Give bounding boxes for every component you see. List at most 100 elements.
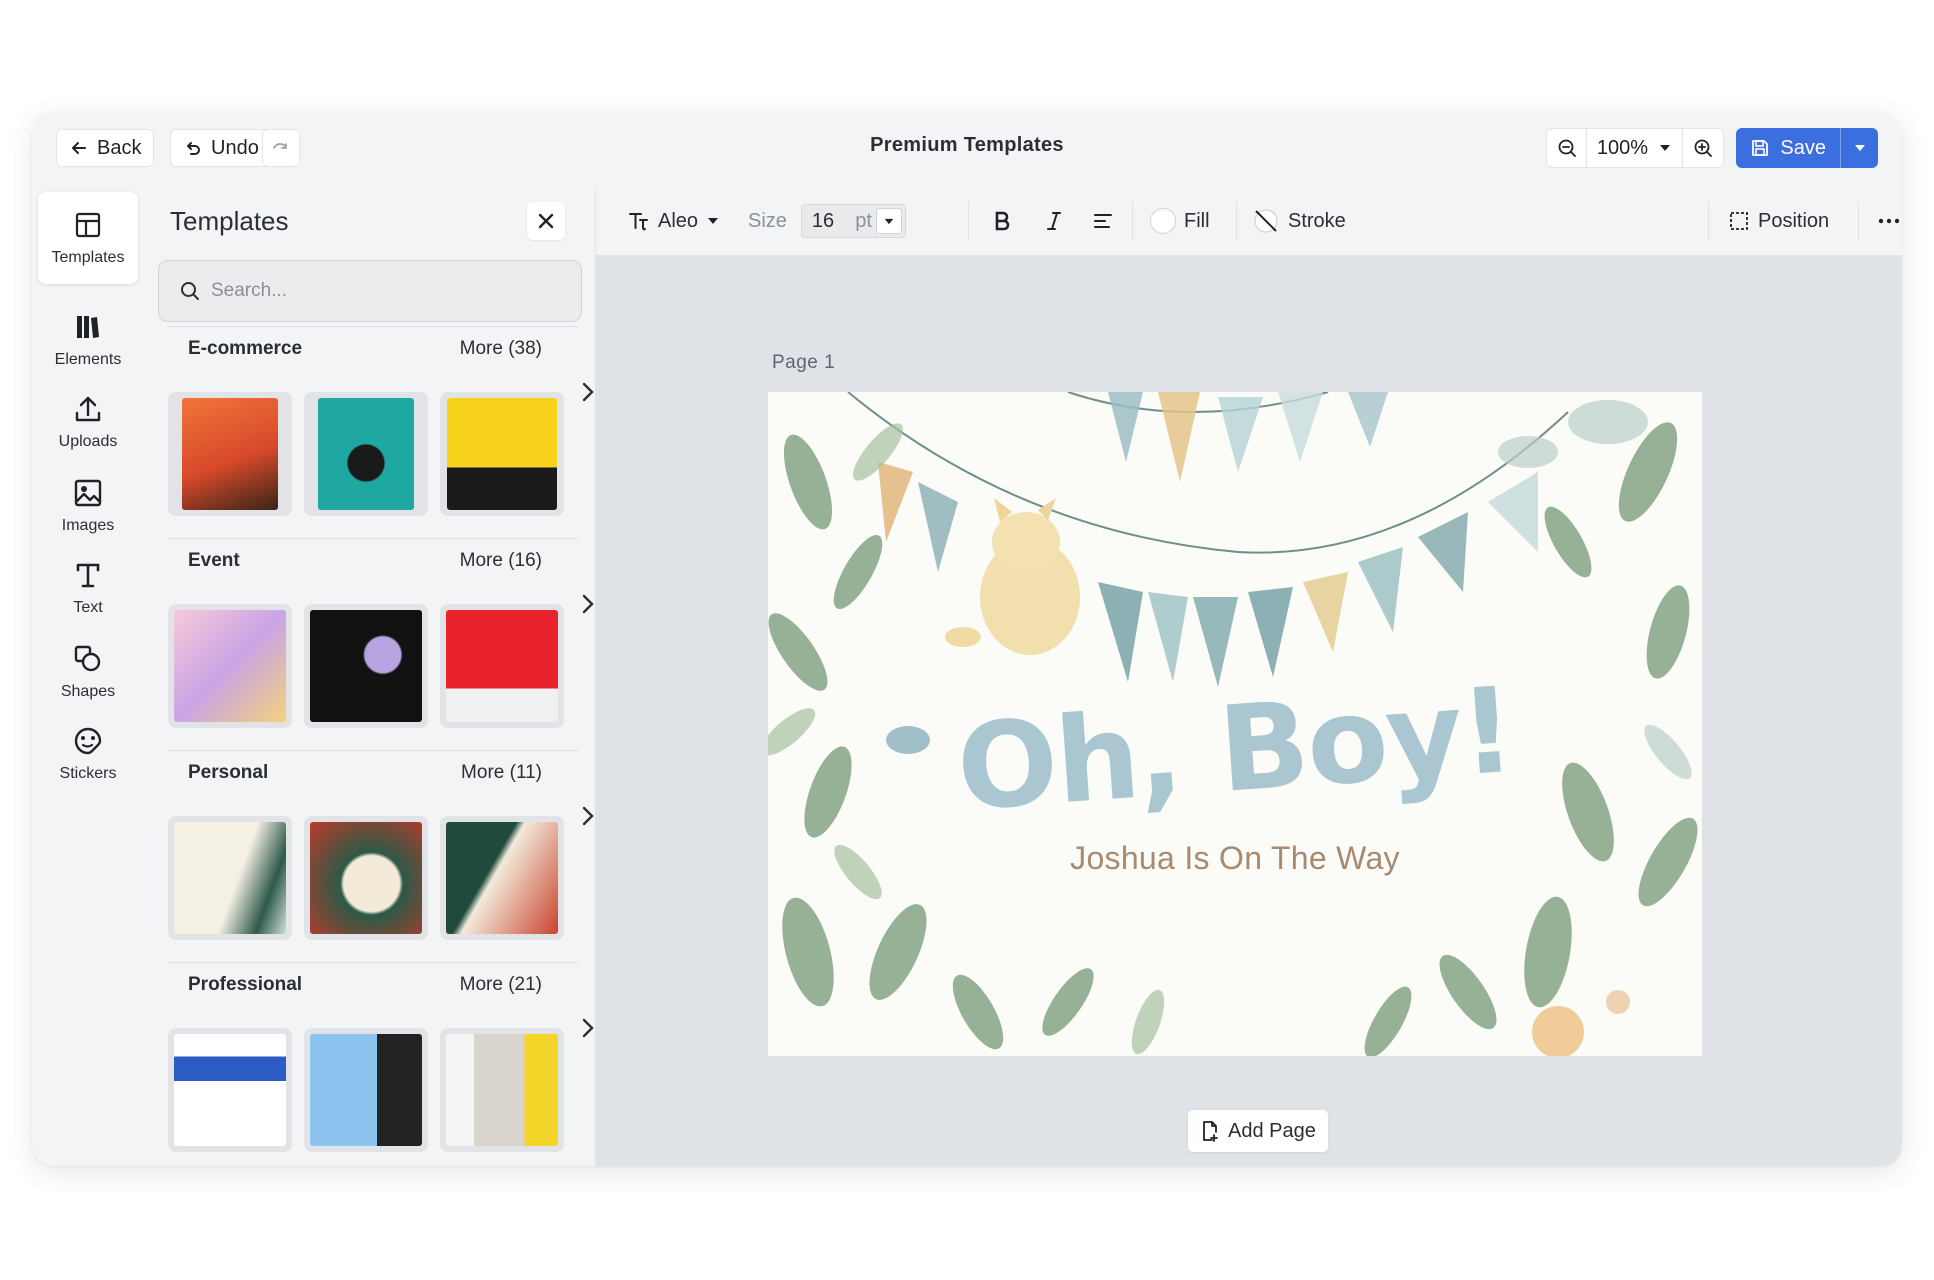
chevron-down-icon <box>884 218 894 224</box>
category-header: E-commerce More (38) <box>168 330 588 370</box>
add-page-icon <box>1203 1121 1218 1142</box>
template-thumbnail[interactable] <box>168 816 292 940</box>
toolbar-divider <box>968 202 969 240</box>
toolbar-divider <box>1236 202 1237 240</box>
template-thumbnail[interactable] <box>440 1028 564 1152</box>
rail-item-shapes[interactable]: Shapes <box>38 626 138 718</box>
more-link[interactable]: More (11) <box>461 762 542 784</box>
rail-label: Text <box>73 599 103 616</box>
zoom-out-button[interactable] <box>1547 129 1587 167</box>
rail-label: Images <box>61 517 115 534</box>
rail-item-images[interactable]: Images <box>38 460 138 552</box>
template-row <box>168 392 588 516</box>
template-thumbnail[interactable] <box>304 392 428 516</box>
save-button-group: Save <box>1736 128 1878 168</box>
sticker-icon <box>74 727 102 755</box>
category-professional: Professional More (21) <box>168 962 594 1152</box>
bold-icon <box>995 211 1010 231</box>
italic-button[interactable] <box>1044 204 1064 238</box>
italic-icon <box>1047 212 1061 230</box>
more-link[interactable]: More (38) <box>460 338 542 360</box>
template-thumbnail[interactable] <box>168 1028 292 1152</box>
template-thumbnail[interactable] <box>440 604 564 728</box>
divider <box>168 538 578 539</box>
save-options-button[interactable] <box>1840 128 1878 168</box>
more-options-button[interactable] <box>1878 204 1900 238</box>
divider <box>168 962 578 963</box>
font-size-dropdown[interactable] <box>875 208 902 234</box>
zoom-out-icon <box>1558 139 1576 157</box>
category-name: Professional <box>188 974 303 995</box>
font-size-input[interactable]: 16 pt <box>800 204 906 238</box>
stroke-button[interactable]: Stroke <box>1252 204 1346 238</box>
category-name: Event <box>188 550 240 571</box>
category-personal: Personal More (11) <box>168 750 594 940</box>
chevron-down-icon <box>1854 145 1865 151</box>
rail-item-elements[interactable]: Elements <box>38 294 138 386</box>
font-family-select[interactable]: Aleo <box>628 204 720 238</box>
rail-item-uploads[interactable]: Uploads <box>38 376 138 468</box>
templates-panel: Templates Search... E-commerce More (38) <box>144 186 596 1166</box>
template-thumbnail[interactable] <box>168 604 292 728</box>
fill-swatch <box>1150 208 1176 234</box>
bold-button[interactable] <box>992 204 1012 238</box>
toolbar-divider <box>1708 202 1709 240</box>
layout-icon <box>75 212 101 238</box>
elements-icon <box>77 316 99 338</box>
divider <box>168 750 578 751</box>
template-row <box>168 604 588 728</box>
chevron-right-icon <box>582 806 594 826</box>
category-ecommerce: E-commerce More (38) <box>168 326 594 516</box>
zoom-in-icon <box>1694 139 1712 157</box>
template-thumbnail[interactable] <box>168 392 292 516</box>
panel-title: Templates <box>170 206 289 236</box>
toolbar-divider <box>1132 202 1133 240</box>
save-button[interactable]: Save <box>1736 128 1840 168</box>
template-thumbnail[interactable] <box>440 392 564 516</box>
image-icon <box>74 479 102 507</box>
position-icon <box>1730 212 1748 230</box>
font-size-value: 16 <box>811 209 835 232</box>
fill-label: Fill <box>1184 209 1210 232</box>
top-bar: Back Undo Premium Templates 100% Save <box>32 112 1902 186</box>
zoom-level-select[interactable]: 100% <box>1587 129 1683 167</box>
chevron-right-icon <box>582 594 594 614</box>
text-icon <box>76 563 100 588</box>
zoom-control: 100% <box>1546 128 1724 168</box>
rail-item-text[interactable]: Text <box>38 542 138 634</box>
design-page[interactable]: Oh, Boy! Joshua Is On The Way <box>768 392 1702 1056</box>
zoom-in-button[interactable] <box>1683 129 1723 167</box>
font-icon <box>629 213 648 231</box>
rail-item-templates[interactable]: Templates <box>38 192 138 284</box>
text-toolbar: Aleo Size 16 pt Fill Stroke Position <box>596 186 1902 256</box>
template-row <box>168 1028 588 1152</box>
close-panel-button[interactable] <box>527 202 565 240</box>
search-input[interactable]: Search... <box>211 280 287 302</box>
template-thumbnail[interactable] <box>440 816 564 940</box>
add-page-label: Add Page <box>1228 1119 1316 1142</box>
save-label: Save <box>1780 136 1826 159</box>
chevron-down-icon <box>1660 145 1671 151</box>
rail-label: Stickers <box>59 765 117 782</box>
rail-item-stickers[interactable]: Stickers <box>38 708 138 800</box>
category-header: Event More (16) <box>168 542 588 582</box>
position-button[interactable]: Position <box>1728 204 1829 238</box>
save-icon <box>1752 140 1769 156</box>
align-left-icon <box>1094 214 1112 228</box>
size-label: Size <box>748 209 787 232</box>
rail-label: Templates <box>51 249 125 266</box>
align-button[interactable] <box>1092 204 1114 238</box>
upload-icon <box>75 396 101 422</box>
more-link[interactable]: More (21) <box>460 974 542 996</box>
fill-button[interactable]: Fill <box>1150 204 1210 238</box>
font-name: Aleo <box>658 209 699 232</box>
template-thumbnail[interactable] <box>304 604 428 728</box>
subline-text[interactable]: Joshua Is On The Way <box>768 840 1702 877</box>
template-thumbnail[interactable] <box>304 816 428 940</box>
add-page-button[interactable]: Add Page <box>1188 1110 1328 1152</box>
more-link[interactable]: More (16) <box>460 550 542 572</box>
search-field[interactable]: Search... <box>158 260 582 322</box>
canvas-area: Page 1 Oh, Boy! Joshua Is On The Way Add… <box>596 256 1902 1166</box>
app-window: Back Undo Premium Templates 100% Save Te… <box>32 112 1902 1166</box>
template-thumbnail[interactable] <box>304 1028 428 1152</box>
